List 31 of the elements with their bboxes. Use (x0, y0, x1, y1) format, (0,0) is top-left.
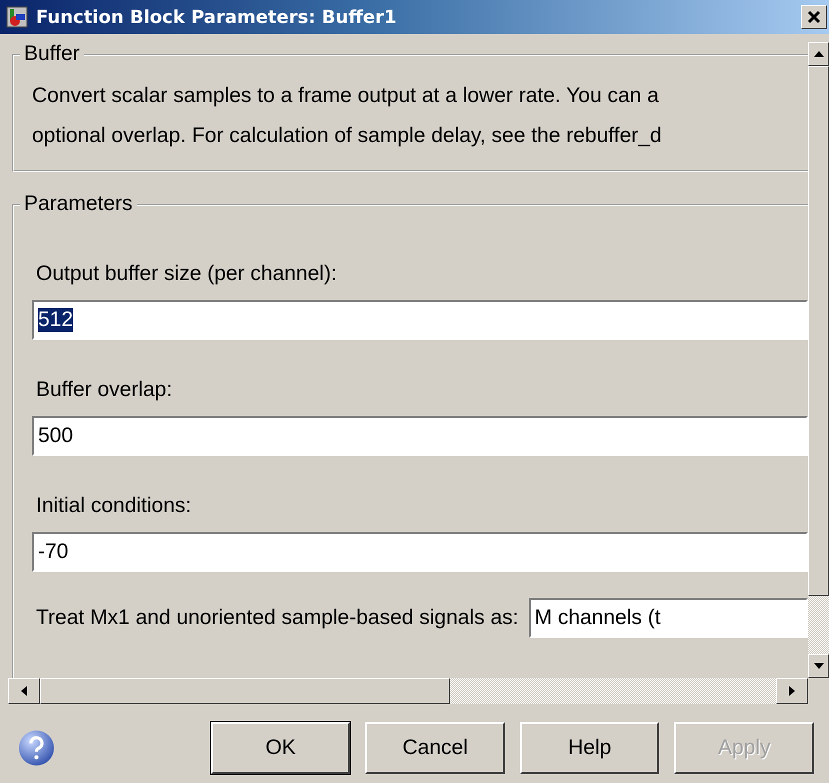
dialog-button[interactable]: Cancel (365, 722, 505, 774)
field-value: 512 (38, 308, 74, 332)
scroll-up-button[interactable] (808, 42, 829, 66)
scroll-down-button[interactable] (808, 654, 829, 678)
down-arrow-icon (812, 662, 824, 670)
close-button[interactable] (801, 5, 827, 29)
input-field[interactable]: 512 (32, 300, 808, 340)
scroll-right-button[interactable] (776, 678, 808, 704)
field-label: Initial conditions: (36, 494, 192, 518)
window-title: Function Block Parameters: Buffer1 (36, 6, 398, 28)
app-icon (6, 6, 28, 28)
input-field[interactable]: 500 (32, 416, 808, 456)
description-text: optional overlap. For calculation of sample delay, see the rebuffer_d (32, 123, 663, 149)
dialog-button[interactable]: Help (520, 722, 660, 774)
field-label: Output buffer size (per channel): (36, 262, 338, 286)
field-label: Buffer overlap: (36, 378, 174, 402)
dropdown-label: Treat Mx1 and unoriented sample-based signals as: (36, 606, 518, 630)
description-text: Convert scalar samples to a frame output at a lower rate. You can a (32, 83, 660, 109)
input-field[interactable]: -70 (32, 532, 808, 572)
up-arrow-icon (812, 50, 824, 58)
scrollbar-thumb[interactable] (40, 678, 450, 704)
dialog-button[interactable]: OK (210, 722, 350, 774)
help-icon[interactable] (18, 728, 55, 768)
scroll-left-button[interactable] (8, 678, 40, 704)
dropdown[interactable]: M channels (t (528, 598, 808, 638)
close-icon (806, 9, 822, 25)
field-value: -70 (38, 540, 68, 564)
scrollbar-thumb[interactable] (808, 66, 829, 596)
field-value: 500 (38, 424, 74, 448)
left-arrow-icon (20, 685, 28, 697)
right-arrow-icon (788, 685, 796, 697)
